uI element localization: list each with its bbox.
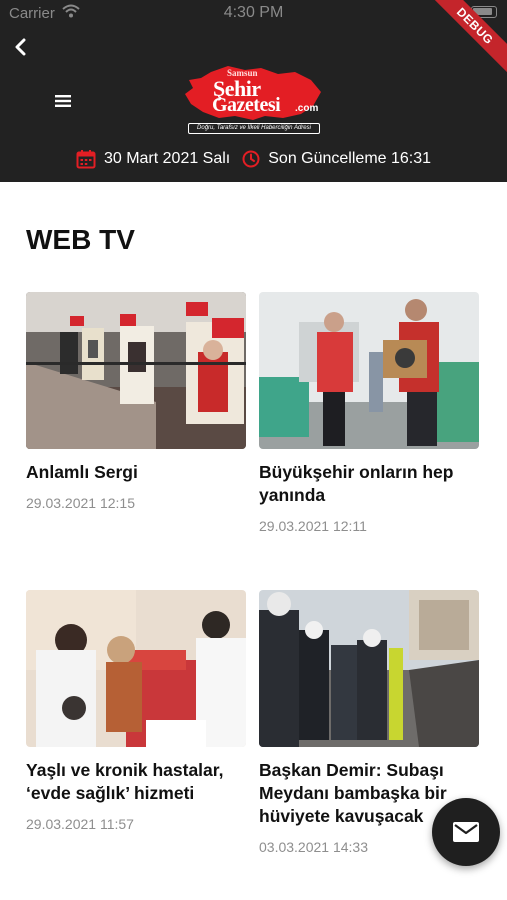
back-button[interactable]: [4, 30, 38, 64]
video-card[interactable]: Büyükşehir onların hep yanında 29.03.202…: [259, 292, 479, 534]
thumbnail-image: [259, 590, 479, 747]
video-title[interactable]: Yaşlı ve kronik hastalar, ‘evde sağlık’ …: [26, 759, 246, 805]
contact-fab-button[interactable]: [432, 798, 500, 866]
thumbnail-image: [26, 292, 246, 449]
video-date: 29.03.2021 12:15: [26, 495, 135, 511]
video-title[interactable]: Büyükşehir onların hep yanında: [259, 461, 479, 507]
header-info-row: 30 Mart 2021 Salı Son Güncelleme 16:31: [0, 146, 507, 172]
mail-icon: [453, 822, 479, 842]
video-card[interactable]: Yaşlı ve kronik hastalar, ‘evde sağlık’ …: [26, 590, 246, 832]
video-date: 29.03.2021 12:11: [259, 518, 367, 534]
chevron-left-icon: [15, 38, 26, 56]
menu-button[interactable]: [50, 88, 76, 114]
current-date: 30 Mart 2021 Salı: [103, 150, 231, 167]
logo-word-gazetesi: Gazetesi: [212, 94, 281, 116]
clock-icon: [242, 150, 260, 168]
video-card[interactable]: Anlamlı Sergi 29.03.2021 12:15: [26, 292, 246, 511]
logo-tagline: Doğru, Tarafsız ve İlkeli Haberciliğin A…: [188, 123, 320, 134]
video-thumbnail[interactable]: [259, 590, 479, 747]
video-thumbnail[interactable]: [26, 292, 246, 449]
last-update-info: Son Güncelleme 16:31: [242, 150, 431, 168]
video-thumbnail[interactable]: [26, 590, 246, 747]
thumbnail-image: [26, 590, 246, 747]
video-date: 29.03.2021 11:57: [26, 816, 134, 832]
last-update-label: Son Güncelleme 16:31: [268, 150, 432, 167]
date-info: 30 Mart 2021 Salı: [76, 149, 230, 169]
app-header: Carrier 4:30 PM DEBUG Samsun Şehir Gazet…: [0, 0, 507, 182]
logo-dotcom: .com: [295, 103, 319, 114]
video-title[interactable]: Anlamlı Sergi: [26, 461, 246, 484]
hamburger-icon: [55, 95, 71, 107]
debug-banner: DEBUG: [427, 0, 507, 80]
video-thumbnail[interactable]: [259, 292, 479, 449]
calendar-icon: [76, 150, 96, 169]
section-title: WEB TV: [26, 224, 135, 255]
thumbnail-image: [259, 292, 479, 449]
debug-banner-label: DEBUG: [427, 0, 507, 76]
site-logo[interactable]: Samsun Şehir Gazetesi .com Doğru, Tarafs…: [183, 66, 325, 136]
